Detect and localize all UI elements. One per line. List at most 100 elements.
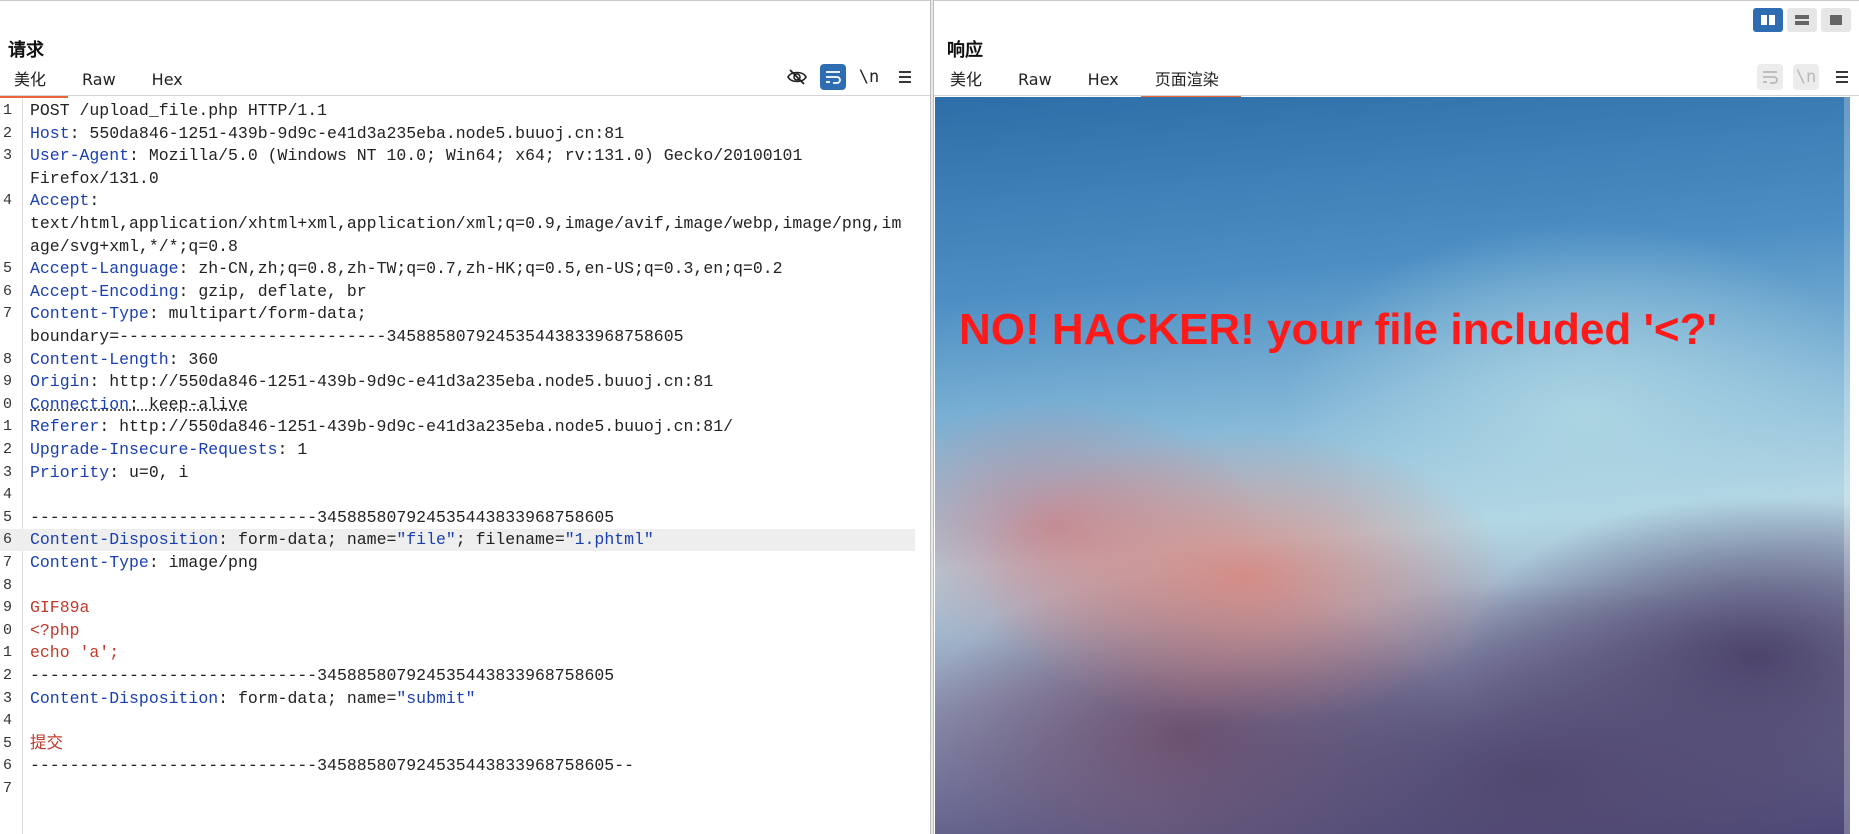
line-text: Content-Type: multipart/form-data;: [30, 303, 367, 325]
line-number: 7: [2, 305, 12, 323]
header-value: : keep-alive: [129, 394, 248, 414]
line-text: Host: 550da846-1251-439b-9d9c-e41d3a235e…: [30, 123, 624, 145]
line-number: 3: [2, 689, 12, 707]
plain-text: -----------------------------34588580792…: [30, 507, 615, 527]
plain-text: text/html,application/xhtml+xml,applicat…: [30, 214, 902, 233]
request-editor[interactable]: 1 POST /upload_file.php HTTP/1.1 2 Host: 55…: [0, 98, 926, 834]
header-value: : http://550da846-1251-439b-9d9c-e41d3a2…: [89, 372, 714, 392]
line-text: echo 'a';: [30, 642, 119, 664]
line-text: Referer: http://550da846-1251-439b-9d9c-…: [30, 416, 733, 438]
response-tab-raw[interactable]: Raw: [1004, 66, 1074, 94]
header-name: Priority: [30, 462, 110, 482]
code-line: boundary=---------------------------3458…: [0, 326, 926, 348]
header-value: ; filename=: [455, 530, 565, 550]
header-value: : 1: [277, 440, 308, 459]
code-line: age/svg+xml,*/*;q=0.8: [0, 236, 926, 258]
code-line: 4 Accept:: [0, 190, 926, 212]
line-number: 8: [2, 350, 12, 368]
header-value: : image/png: [148, 553, 258, 572]
line-text: Accept-Encoding: gzip, deflate, br: [30, 281, 367, 303]
response-tab-hex[interactable]: Hex: [1074, 66, 1141, 94]
line-number: 3: [2, 463, 12, 481]
eye-off-icon[interactable]: [784, 64, 810, 90]
code-line: 5 Accept-Language: zh-CN,zh;q=0.8,zh-TW;q…: [0, 258, 926, 280]
menu-icon[interactable]: [892, 64, 918, 90]
plain-text: age/svg+xml,*/*;q=0.8: [30, 236, 238, 256]
response-tabs: 美化 Raw Hex 页面渲染: [936, 66, 1241, 98]
response-tab-render[interactable]: 页面渲染: [1140, 66, 1241, 98]
code-line: 6 -----------------------------3458858079…: [0, 755, 926, 777]
menu-icon[interactable]: [1829, 64, 1855, 90]
response-tab-pretty[interactable]: 美化: [936, 66, 1004, 94]
code-line: 3 Content-Disposition: form-data; name="s…: [0, 688, 926, 710]
header-name: Connection: [30, 394, 130, 414]
request-tab-raw[interactable]: Raw: [68, 66, 138, 94]
line-number: 2: [2, 667, 12, 684]
code-line: 0 <?php: [0, 620, 926, 642]
wrap-icon[interactable]: [820, 64, 846, 90]
code-line: 2 Upgrade-Insecure-Requests: 1: [0, 439, 926, 461]
header-name: Content-Disposition: [30, 688, 219, 708]
line-number: 4: [2, 192, 12, 210]
newline-toggle[interactable]: \n: [1793, 64, 1819, 90]
line-text: Priority: u=0, i: [30, 462, 188, 484]
header-value: : http://550da846-1251-439b-9d9c-e41d3a2…: [99, 417, 734, 437]
line-text: -----------------------------34588580792…: [30, 665, 614, 687]
request-toolbar: \n: [784, 64, 918, 90]
code-line: 7: [0, 778, 926, 800]
line-number: 4: [2, 712, 12, 730]
render-scrollbar[interactable]: [1844, 97, 1850, 834]
header-name: Content-Type: [30, 304, 149, 324]
line-text: Content-Disposition: form-data; name="su…: [30, 688, 476, 710]
code-line: 6 Accept-Encoding: gzip, deflate, br: [0, 281, 926, 303]
header-name: Accept-Language: [30, 259, 179, 279]
header-value: : multipart/form-data;: [148, 304, 367, 324]
line-text: -----------------------------34588580792…: [30, 755, 634, 777]
body-payload-text: <?php: [30, 620, 80, 640]
line-text: Accept:: [30, 190, 99, 212]
header-name: Host: [30, 123, 70, 143]
response-title: 响应: [947, 40, 983, 61]
rendered-page-view[interactable]: NO! HACKER! your file included '<?': [935, 97, 1850, 834]
code-line: text/html,application/xhtml+xml,applicat…: [0, 213, 926, 235]
line-text: <?php: [30, 620, 80, 642]
line-number: 5: [2, 508, 12, 526]
line-number: 1: [2, 102, 12, 119]
line-text: text/html,application/xhtml+xml,applicat…: [30, 213, 901, 235]
param-string: "1.phtml": [564, 530, 654, 550]
line-text: Content-Disposition: form-data; name="fi…: [30, 529, 654, 551]
line-number: 2: [2, 124, 12, 142]
line-text: User-Agent: Mozilla/5.0 (Windows NT 10.0…: [30, 145, 802, 167]
plain-text: -----------------------------34588580792…: [30, 756, 634, 776]
header-value: :: [89, 191, 100, 211]
request-tab-hex[interactable]: Hex: [138, 66, 205, 94]
line-text: Content-Length: 360: [30, 349, 218, 371]
line-number: 2: [2, 441, 12, 458]
header-name: Referer: [30, 417, 100, 437]
header-value: : 550da846-1251-439b-9d9c-e41d3a235eba.n…: [69, 123, 625, 143]
param-string: "file": [396, 530, 456, 550]
header-value: : Mozilla/5.0 (Windows NT 10.0; Win64; x…: [129, 146, 803, 166]
line-number: 9: [2, 373, 12, 391]
tab-divider: [0, 95, 930, 96]
code-line: 1 Referer: http://550da846-1251-439b-9d9c…: [0, 416, 926, 438]
header-name: Upgrade-Insecure-Requests: [30, 440, 278, 459]
line-number: 7: [2, 554, 12, 571]
code-line: 8 Content-Length: 360: [0, 349, 926, 371]
header-value: : form-data; name=: [218, 530, 397, 550]
header-name: Content-Type: [30, 553, 149, 572]
request-tab-pretty[interactable]: 美化: [0, 66, 69, 98]
code-line: 9 GIF89a: [0, 597, 926, 619]
code-line: 2 Host: 550da846-1251-439b-9d9c-e41d3a235…: [0, 123, 926, 145]
header-name: Origin: [30, 372, 90, 392]
header-value: : gzip, deflate, br: [178, 281, 367, 301]
header-name: User-Agent: [30, 146, 130, 166]
code-line: 8: [0, 575, 926, 597]
line-number: 7: [2, 780, 12, 797]
header-value: : zh-CN,zh;q=0.8,zh-TW;q=0.7,zh-HK;q=0.5…: [178, 259, 783, 279]
wrap-icon[interactable]: [1757, 64, 1783, 90]
body-payload-text: GIF89a: [30, 598, 90, 618]
line-number: 4: [2, 486, 12, 504]
tab-divider: [934, 95, 1859, 96]
newline-toggle[interactable]: \n: [856, 64, 882, 90]
